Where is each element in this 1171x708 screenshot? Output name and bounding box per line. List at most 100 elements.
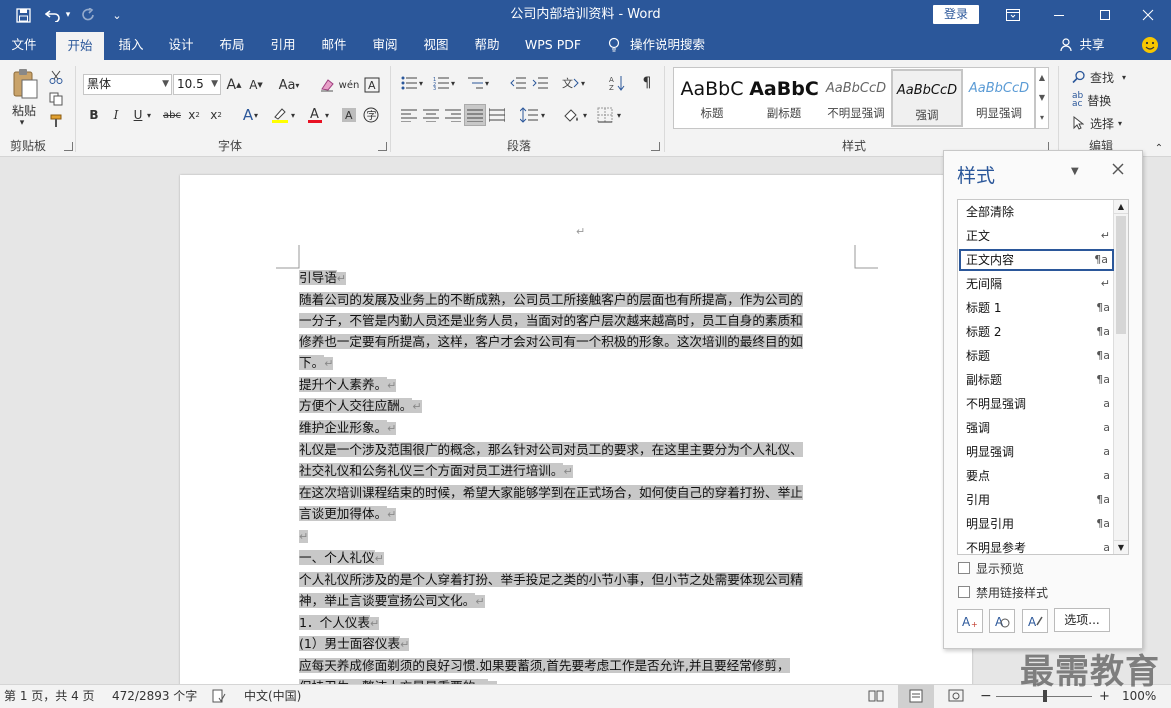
paste-button[interactable]: 粘贴: [8, 102, 40, 118]
selected-text[interactable]: 维护企业形象。: [299, 420, 388, 436]
style-list-item[interactable]: 无间隔 ↵: [959, 273, 1114, 295]
chevron-up-icon[interactable]: ▲: [1114, 200, 1128, 214]
person-icon[interactable]: [1058, 30, 1076, 60]
style-list-item[interactable]: 标题 2 ¶a: [959, 321, 1114, 343]
document-line[interactable]: 在这次培训课程结束的时候，希望大家能够学到在正式场合，如何使自己的穿着打扮、举止: [299, 483, 855, 504]
character-border-icon[interactable]: A: [361, 74, 383, 96]
shrink-font-icon[interactable]: A ▼: [245, 74, 267, 96]
close-window-icon[interactable]: [1125, 0, 1171, 30]
distributed-icon[interactable]: [486, 104, 508, 126]
document-line[interactable]: 应每天养成修面剃须的良好习惯.如果要蓄须,首先要考虑工作是否允许,并且要经常修剪…: [299, 656, 855, 677]
shading-dropdown-icon[interactable]: ▾: [580, 104, 590, 126]
selected-text[interactable]: 下。: [299, 354, 325, 370]
chinese-layout-dropdown-icon[interactable]: ▾: [578, 72, 588, 94]
style-tile-title[interactable]: AaBbC 标题: [676, 69, 748, 127]
web-layout-icon[interactable]: [948, 685, 964, 708]
clear-formatting-icon[interactable]: [316, 74, 338, 96]
document-line[interactable]: 随着公司的发展及业务上的不断成熟，公司员工所接触客户的层面也有所提高，作为公司的: [299, 290, 855, 311]
document-line[interactable]: (1）男士面容仪表↵: [299, 634, 855, 656]
selected-text[interactable]: 神，举止言谈要宣扬公司文化。: [299, 592, 476, 608]
underline-dropdown-icon[interactable]: ▾: [144, 104, 154, 126]
chevron-up-icon[interactable]: ▲: [1036, 68, 1048, 88]
share-button[interactable]: 共享: [1076, 30, 1108, 60]
smiley-feedback-icon[interactable]: [1139, 30, 1161, 60]
redo-icon[interactable]: [78, 0, 100, 30]
find-button[interactable]: 查找 ▾: [1072, 68, 1136, 86]
tell-me-search[interactable]: 操作说明搜索: [630, 30, 714, 60]
tab-design[interactable]: 设计: [158, 30, 204, 60]
document-line[interactable]: 提升个人素养。↵: [299, 375, 855, 397]
lightbulb-icon[interactable]: [604, 30, 624, 60]
numbering-dropdown-icon[interactable]: ▾: [448, 72, 458, 94]
selected-text[interactable]: 一分子，不管是内勤人员还是业务人员，当面对的客户层次越来越高时，员工自身的素质和: [299, 312, 803, 328]
borders-icon[interactable]: [594, 104, 616, 126]
bullets-dropdown-icon[interactable]: ▾: [416, 72, 426, 94]
document-line[interactable]: 引导语↵: [299, 268, 855, 290]
document-line[interactable]: 下。↵: [299, 353, 855, 375]
customize-quick-access-icon[interactable]: ⌄: [108, 0, 126, 30]
maximize-icon[interactable]: [1082, 0, 1128, 30]
chevron-down-icon[interactable]: ▼: [1036, 88, 1048, 108]
word-count[interactable]: 472/2893 个字: [112, 685, 197, 708]
scroll-thumb[interactable]: [1116, 216, 1126, 334]
style-list-item[interactable]: 标题 ¶a: [959, 345, 1114, 367]
document-line[interactable]: 言谈更加得体。↵: [299, 504, 855, 526]
show-hide-marks-icon[interactable]: ¶: [636, 72, 658, 94]
tab-layout[interactable]: 布局: [209, 30, 255, 60]
format-painter-icon[interactable]: [45, 110, 67, 132]
strikethrough-icon[interactable]: abc: [161, 104, 183, 126]
style-tile-subtitle[interactable]: AaBbC 副标题: [748, 69, 820, 127]
italic-icon[interactable]: I: [105, 104, 127, 126]
selected-text[interactable]: 方便个人交往应酬。: [299, 398, 413, 414]
document-line[interactable]: ↵: [299, 526, 855, 548]
document-line[interactable]: 个人礼仪所涉及的是个人穿着打扮、举手投足之类的小节小事，但小节之处需要体现公司精: [299, 570, 855, 591]
sort-icon[interactable]: AZ: [606, 72, 628, 94]
character-shading-icon[interactable]: A: [338, 104, 360, 126]
cut-icon[interactable]: [45, 66, 67, 88]
justify-icon[interactable]: [464, 104, 486, 126]
selected-text[interactable]: 随着公司的发展及业务上的不断成熟，公司员工所接触客户的层面也有所提高，作为公司的: [299, 291, 803, 307]
document-body-text[interactable]: 引导语↵ 随着公司的发展及业务上的不断成熟，公司员工所接触客户的层面也有所提高，作…: [299, 268, 855, 699]
undo-icon[interactable]: [42, 0, 64, 30]
tab-insert[interactable]: 插入: [108, 30, 154, 60]
tab-mailings[interactable]: 邮件: [311, 30, 357, 60]
page-count[interactable]: 第 1 页，共 4 页: [4, 685, 95, 708]
document-line[interactable]: 一、个人礼仪↵: [299, 548, 855, 570]
disable-linked-styles-checkbox[interactable]: 禁用链接样式: [958, 584, 1118, 600]
selected-text[interactable]: 社交礼仪和公务礼仪三个方面对员工进行培训。: [299, 463, 564, 479]
text-effects-dropdown-icon[interactable]: ▾: [251, 104, 261, 126]
new-style-icon[interactable]: A +: [957, 609, 983, 633]
login-button[interactable]: 登录: [933, 5, 979, 24]
tab-home[interactable]: 开始: [56, 32, 104, 60]
paste-icon[interactable]: [6, 66, 44, 102]
language-indicator[interactable]: 中文(中国): [244, 685, 301, 708]
checkbox-box[interactable]: [958, 562, 970, 574]
style-list-item[interactable]: 正文 ↵: [959, 225, 1114, 247]
checkbox-box[interactable]: [958, 586, 970, 598]
print-layout-icon[interactable]: [898, 685, 934, 708]
increase-indent-icon[interactable]: [529, 72, 551, 94]
styles-gallery-scroll[interactable]: ▲ ▼ ▾: [1035, 67, 1049, 129]
paste-dropdown-icon[interactable]: ▾: [14, 118, 30, 128]
style-list-item[interactable]: 强调 a: [959, 417, 1114, 439]
pane-options-chevron-icon[interactable]: ▼: [1071, 166, 1079, 177]
superscript-icon[interactable]: x2: [205, 104, 227, 126]
show-preview-checkbox[interactable]: 显示预览: [958, 560, 1118, 576]
align-left-icon[interactable]: [398, 104, 420, 126]
selected-text[interactable]: 一、个人礼仪: [299, 549, 375, 565]
document-line[interactable]: 维护企业形象。↵: [299, 418, 855, 440]
shading-icon[interactable]: [560, 104, 582, 126]
more-styles-icon[interactable]: ▾: [1036, 108, 1048, 128]
selected-text[interactable]: 修养也一定要有所提高，这样，客户才会对公司有一个积极的形象。这次培训的最终目的如: [299, 333, 803, 349]
multilevel-dropdown-icon[interactable]: ▾: [482, 72, 492, 94]
manage-styles-icon[interactable]: A: [1022, 609, 1048, 633]
style-list-item[interactable]: 要点 a: [959, 465, 1114, 487]
style-list-item[interactable]: 全部清除: [959, 201, 1114, 223]
highlighter-dropdown-icon[interactable]: ▾: [288, 104, 298, 126]
document-line[interactable]: 社交礼仪和公务礼仪三个方面对员工进行培训。↵: [299, 461, 855, 483]
style-inspector-icon[interactable]: A: [989, 609, 1015, 633]
line-spacing-icon[interactable]: [518, 104, 540, 126]
selected-text[interactable]: 提升个人素养。: [299, 376, 388, 392]
read-mode-icon[interactable]: [868, 685, 884, 708]
style-tile-intense-emphasis[interactable]: AaBbCcD 明显强调: [963, 69, 1035, 127]
